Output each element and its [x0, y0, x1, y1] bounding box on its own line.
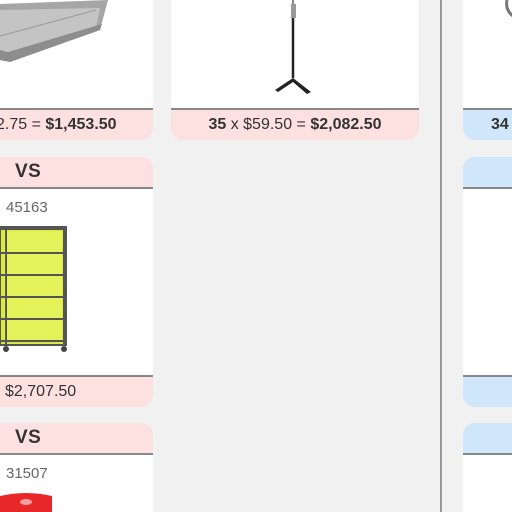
product-image-partial: [505, 0, 512, 18]
vs-label: VS: [15, 161, 42, 182]
price-bar-mid-right: [463, 375, 512, 407]
price-qty: 34: [491, 116, 509, 133]
product-sku: 31507: [6, 465, 48, 482]
price-unit: $59.50: [243, 116, 293, 133]
shelving-unit-image: [0, 226, 67, 352]
product-card-mid-left[interactable]: 45163: [0, 189, 153, 375]
product-sku: 45163: [6, 199, 48, 216]
price-equals: =: [292, 116, 311, 133]
mic-stand-image: [275, 0, 311, 94]
price-times: x: [226, 116, 244, 133]
product-card-bottom-left[interactable]: 31507: [0, 455, 153, 512]
vs-header-bottom-left[interactable]: VS: [0, 423, 153, 455]
price-bar-top-left: 2.75 = $1,453.50: [0, 108, 153, 140]
price-bar-top-middle: 35 x $59.50 = $2,082.50: [171, 108, 419, 140]
red-chair-image: [0, 493, 52, 512]
price-calc: 2.75 =: [0, 116, 46, 133]
vs-header-mid-left[interactable]: VS: [0, 157, 153, 189]
storage-tray-image: [0, 0, 108, 62]
price-line: 2.75 = $1,453.50: [0, 110, 117, 140]
price-total: $1,453.50: [45, 116, 117, 133]
price-qty: 35: [208, 116, 227, 133]
price-line: $2,707.50: [5, 377, 76, 407]
price-bar-top-right: 34: [463, 108, 512, 140]
vs-header-bottom-right[interactable]: [463, 423, 512, 455]
product-card-top-right[interactable]: [463, 0, 512, 108]
price-total: $2,707.50: [5, 383, 77, 400]
product-card-top-middle[interactable]: [171, 0, 419, 108]
price-line: 35 x $59.50 = $2,082.50: [171, 110, 419, 140]
price-bar-mid-left: $2,707.50: [0, 375, 153, 407]
product-card-top-left[interactable]: [0, 0, 153, 108]
column-divider: [440, 0, 442, 512]
price-line: 34: [491, 110, 509, 140]
price-total: $2,082.50: [310, 116, 382, 133]
product-card-bottom-right[interactable]: [463, 455, 512, 512]
vs-label: VS: [15, 427, 42, 448]
product-card-mid-right[interactable]: [463, 189, 512, 375]
vs-header-mid-right[interactable]: [463, 157, 512, 189]
